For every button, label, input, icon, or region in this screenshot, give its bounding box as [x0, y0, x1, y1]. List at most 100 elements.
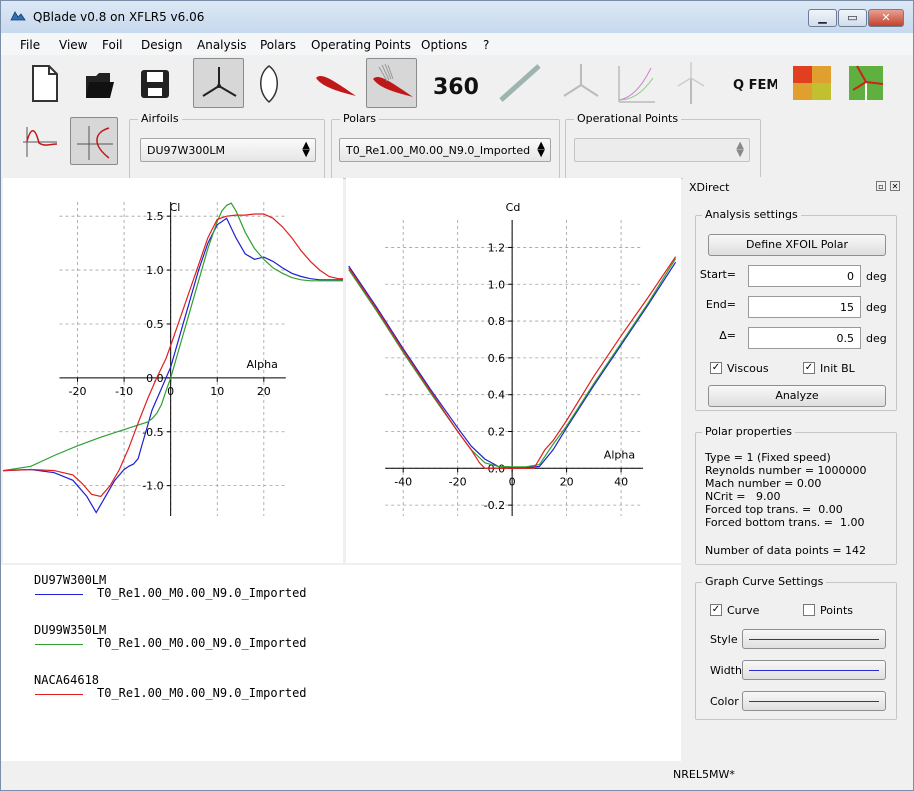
- blade-shape-icon[interactable]: [495, 58, 546, 108]
- xdirect-dock: XDirect ▫ ✕ Analysis settings Define XFO…: [683, 177, 913, 761]
- menu-view[interactable]: View: [59, 38, 87, 52]
- legend-foil-naca: NACA64618: [34, 673, 100, 687]
- analysis-settings-title: Analysis settings: [702, 208, 801, 221]
- spin-arrows-icon: ▲ ▼: [537, 140, 545, 159]
- xfoil-analysis-icon[interactable]: [366, 58, 417, 108]
- analyze-button[interactable]: Analyze: [708, 385, 886, 407]
- cl-series-du99: [2, 202, 343, 472]
- cd-ytick-label-3: 0.4: [488, 389, 506, 402]
- app-icon: [10, 11, 26, 21]
- end-field[interactable]: 15: [748, 296, 861, 318]
- polar-properties-title: Polar properties: [702, 425, 795, 438]
- cd-ytick-label-5: 0.8: [488, 315, 506, 328]
- menu-file[interactable]: File: [20, 38, 40, 52]
- project-name: NREL5MW*: [673, 768, 735, 781]
- menu-analysis[interactable]: Analysis: [197, 38, 246, 52]
- analysis-settings-group: Analysis settings Define XFOIL Polar Sta…: [695, 208, 897, 411]
- legend-swatch-du99: [35, 644, 83, 645]
- top-trans-line: Forced top trans. = 0.00: [705, 503, 843, 516]
- cd-chart: -40 -20 0 20 40-0.20.00.20.40.60.81.01.2CdAl…: [348, 201, 677, 516]
- cd-ytick-label-4: 0.6: [488, 352, 506, 365]
- cl-title: Cl: [170, 201, 181, 214]
- start-field[interactable]: 0: [748, 265, 861, 287]
- legend-polar-naca: T0_Re1.00_M0.00_N9.0_Imported: [97, 686, 307, 700]
- color-preview: [749, 701, 879, 702]
- new-file-icon[interactable]: [19, 58, 70, 108]
- airfoil-design-icon[interactable]: [311, 58, 362, 108]
- init-bl-label: Init BL: [820, 362, 855, 375]
- airfoil-select[interactable]: DU97W300LM ▲ ▼: [140, 138, 316, 162]
- menu-polars[interactable]: Polars: [260, 38, 296, 52]
- cl-xtick-label-3: 10: [210, 385, 224, 398]
- menu-help[interactable]: ?: [483, 38, 489, 52]
- oppoints-group-title: Operational Points: [574, 112, 682, 125]
- bottom-trans-line: Forced bottom trans. = 1.00: [705, 516, 865, 529]
- turbine-definition-icon[interactable]: [666, 58, 717, 108]
- cl-xtick-label-0: -20: [69, 385, 87, 398]
- style-button[interactable]: [742, 629, 886, 649]
- polar-select-value: T0_Re1.00_M0.00_N9.0_Imported: [346, 144, 531, 157]
- polars-group: Polars T0_Re1.00_M0.00_N9.0_Imported ▲ ▼: [331, 112, 560, 179]
- cd-xtick-label-1: -20: [449, 475, 467, 488]
- cl-series-du97: [2, 217, 343, 514]
- blade-design-icon[interactable]: [193, 58, 244, 108]
- points-label: Points: [820, 604, 854, 617]
- menu-design[interactable]: Design: [141, 38, 182, 52]
- cl-xtick-label-1: -10: [115, 385, 133, 398]
- polar-360-icon[interactable]: 360°: [429, 58, 480, 108]
- single-graph-icon[interactable]: [17, 117, 63, 165]
- cl-graph[interactable]: -20 -10 0 10 20 -1.0 -0.5 0.0 0.5 1.0 1.5 Cl Alpha: [2, 178, 343, 563]
- polar-type-line: Type = 1 (Fixed speed): [705, 451, 831, 464]
- define-xfoil-polar-button[interactable]: Define XFOIL Polar: [708, 234, 886, 256]
- main-toolbar: 360° Q FEM: [1, 55, 913, 110]
- turbine-simulation-icon[interactable]: [841, 58, 892, 108]
- cd-graph[interactable]: -40 -20 0 20 40 -0.2 0.0 0.2 0.4 0.6 0.8 1.0 1.2 Cd Al…: [346, 178, 681, 563]
- open-folder-icon[interactable]: [74, 58, 125, 108]
- points-checkbox[interactable]: [803, 604, 815, 616]
- airfoils-group: Airfoils DU97W300LM ▲ ▼: [129, 112, 325, 179]
- reynolds-line: Reynolds number = 1000000: [705, 464, 867, 477]
- float-icon[interactable]: ▫: [876, 181, 886, 191]
- save-icon[interactable]: [129, 58, 180, 108]
- menu-operating-points[interactable]: Operating Points: [311, 38, 411, 52]
- viscous-checkbox[interactable]: ✓: [710, 362, 722, 374]
- polars-group-title: Polars: [340, 112, 380, 125]
- delta-label: Δ=: [719, 329, 736, 342]
- status-bar: NREL5MW*: [1, 761, 913, 790]
- cd-xtick-label-4: 40: [614, 475, 628, 488]
- field-view-icon[interactable]: [787, 58, 838, 108]
- cl-ytick-label-4: 1.0: [146, 264, 164, 277]
- width-button[interactable]: [742, 660, 886, 680]
- menu-foil[interactable]: Foil: [102, 38, 122, 52]
- polar-properties-group: Polar properties Type = 1 (Fixed speed) …: [695, 425, 897, 565]
- cd-xtick-label-0: -40: [394, 475, 412, 488]
- oppoint-select[interactable]: ▲ ▼: [574, 138, 750, 162]
- curve-checkbox[interactable]: ✓: [710, 604, 722, 616]
- init-bl-checkbox[interactable]: ✓: [803, 362, 815, 374]
- cl-ytick-label-0: -1.0: [142, 480, 163, 493]
- maximize-button[interactable]: ▭: [838, 9, 867, 27]
- data-points-line: Number of data points = 142: [705, 544, 867, 557]
- title-bar[interactable]: QBlade v0.8 on XFLR5 v6.06 ▁ ▭ ✕: [1, 1, 913, 33]
- multi-parameter-icon[interactable]: [611, 58, 662, 108]
- airfoil-outline-icon[interactable]: [244, 58, 295, 108]
- cl-chart: -20 -10 0 10 20-1.0-0.50.00.51.01.5ClAlpha: [2, 201, 343, 516]
- width-label: Width: [710, 664, 742, 677]
- close-button[interactable]: ✕: [868, 9, 904, 27]
- polar-graph-icon[interactable]: [70, 117, 118, 165]
- menu-options[interactable]: Options: [421, 38, 467, 52]
- delta-unit: deg: [866, 332, 887, 345]
- delta-field[interactable]: 0.5: [748, 327, 861, 349]
- qblade-window: QBlade v0.8 on XFLR5 v6.06 ▁ ▭ ✕ File Vi…: [0, 0, 914, 791]
- polar-select[interactable]: T0_Re1.00_M0.00_N9.0_Imported ▲ ▼: [339, 138, 551, 162]
- oppoints-group: Operational Points ▲ ▼: [565, 112, 761, 179]
- style-label: Style: [710, 633, 738, 646]
- start-unit: deg: [866, 270, 887, 283]
- menu-bar: File View Foil Design Analysis Polars Op…: [1, 33, 913, 55]
- minimize-button[interactable]: ▁: [808, 9, 837, 27]
- rotor-simulation-icon[interactable]: [556, 58, 607, 108]
- window-title: QBlade v0.8 on XFLR5 v6.06: [33, 10, 205, 24]
- color-button[interactable]: [742, 691, 886, 711]
- close-icon[interactable]: ✕: [890, 181, 900, 191]
- qfem-icon[interactable]: Q FEM: [727, 58, 778, 108]
